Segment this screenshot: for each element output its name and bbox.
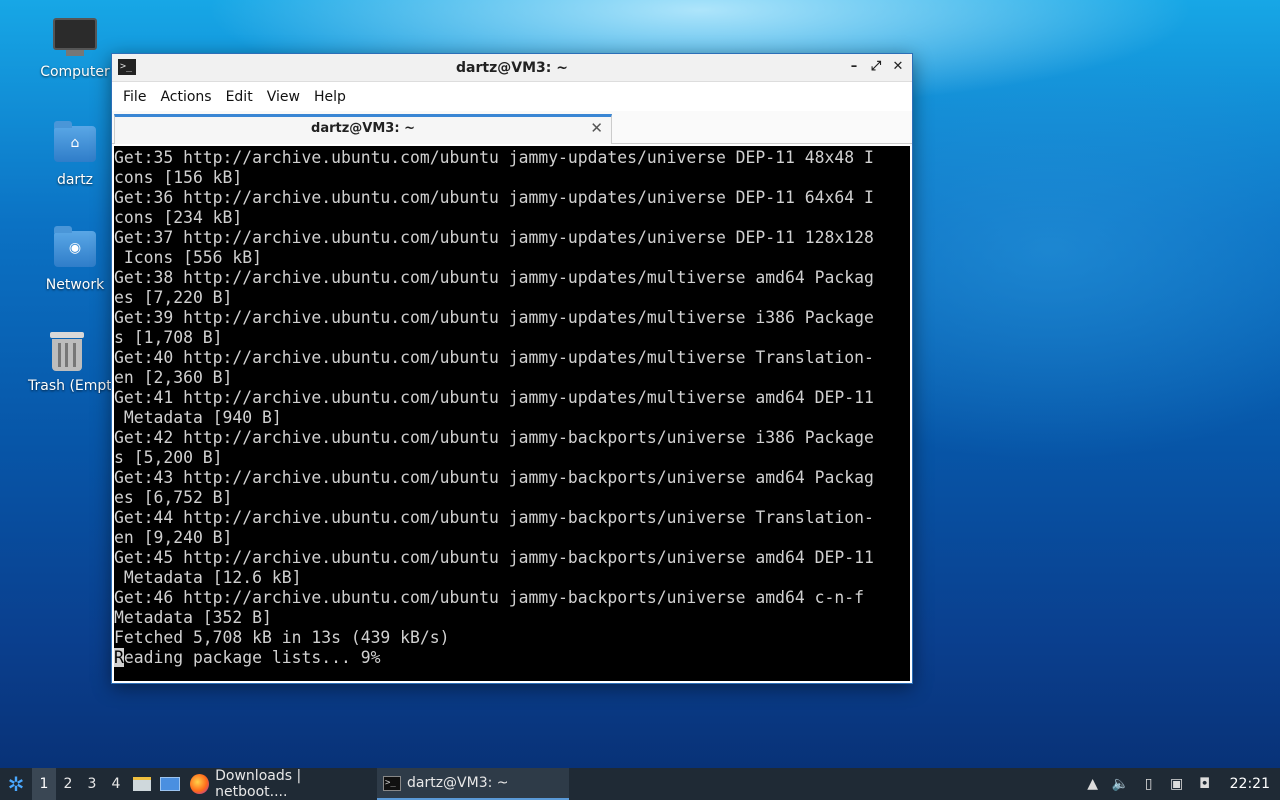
desktop-icon-trash[interactable]: Trash (Empt	[22, 332, 112, 394]
system-tray: ▲ 🔈 ▯ ▣ ◘ 22:21	[1084, 775, 1280, 793]
tab-close-icon[interactable]: ✕	[590, 119, 603, 137]
network-icon[interactable]: ▣	[1168, 775, 1186, 793]
terminal-line: cons [234 kB]	[114, 208, 243, 227]
menu-file[interactable]: File	[116, 89, 153, 105]
terminal-line: Get:42 http://archive.ubuntu.com/ubuntu …	[114, 428, 874, 447]
workspace-3[interactable]: 3	[80, 768, 104, 800]
terminal-line: s [5,200 B]	[114, 448, 223, 467]
tray-up-arrow-icon[interactable]: ▲	[1084, 775, 1102, 793]
terminal-line: Get:38 http://archive.ubuntu.com/ubuntu …	[114, 268, 874, 287]
task-terminal[interactable]: >_ dartz@VM3: ~	[377, 768, 569, 800]
terminal-line: Get:37 http://archive.ubuntu.com/ubuntu …	[114, 228, 874, 247]
terminal-line: Metadata [12.6 kB]	[114, 568, 302, 587]
terminal-line: Get:46 http://archive.ubuntu.com/ubuntu …	[114, 588, 864, 607]
workspace-1[interactable]: 1	[32, 768, 56, 800]
close-button[interactable]: ✕	[890, 59, 906, 75]
terminal-line: Get:36 http://archive.ubuntu.com/ubuntu …	[114, 188, 874, 207]
desktop-icon-label: dartz	[56, 172, 94, 188]
task-label: dartz@VM3: ~	[407, 775, 509, 791]
tab-title: dartz@VM3: ~	[311, 121, 415, 136]
terminal-line: Metadata [940 B]	[114, 408, 282, 427]
desktop-icon-label: Trash (Empt	[28, 378, 112, 394]
menu-help[interactable]: Help	[307, 89, 353, 105]
desktop-icon-network[interactable]: ◉ Network	[27, 226, 123, 293]
minimize-button[interactable]: –	[846, 59, 862, 75]
desktop-icon-home[interactable]: ⌂ dartz	[27, 121, 123, 188]
terminal-line: Get:40 http://archive.ubuntu.com/ubuntu …	[114, 348, 874, 367]
menu-edit[interactable]: Edit	[219, 89, 260, 105]
terminal-line: Icons [556 kB]	[114, 248, 263, 267]
maximize-button[interactable]: ⤢	[868, 59, 884, 75]
show-desktop-icon[interactable]	[156, 768, 184, 800]
terminal-line: Get:41 http://archive.ubuntu.com/ubuntu …	[114, 388, 874, 407]
workspace-4[interactable]: 4	[104, 768, 128, 800]
taskbar: ✲ 1 2 3 4 Downloads | netboot.... >_ dar…	[0, 768, 1280, 800]
terminal-prompt-line: Reading package lists... 9%	[114, 648, 910, 668]
volume-icon[interactable]: 🔈	[1112, 775, 1130, 793]
desktop-icon-computer[interactable]: Computer	[27, 18, 123, 80]
menu-view[interactable]: View	[260, 89, 307, 105]
tab-bar: dartz@VM3: ~ ✕	[112, 111, 912, 144]
terminal-icon: >_	[383, 775, 401, 791]
clipboard-icon[interactable]: ▯	[1140, 775, 1158, 793]
terminal-line: es [7,220 B]	[114, 288, 233, 307]
terminal-line: Get:43 http://archive.ubuntu.com/ubuntu …	[114, 468, 874, 487]
terminal-status-text: eading package lists... 9%	[123, 648, 381, 667]
task-firefox[interactable]: Downloads | netboot....	[184, 768, 377, 800]
computer-icon	[53, 18, 97, 58]
terminal-output[interactable]: Get:35 http://archive.ubuntu.com/ubuntu …	[114, 146, 910, 681]
menubar: File Actions Edit View Help	[112, 82, 912, 111]
trash-icon	[45, 332, 89, 372]
menu-actions[interactable]: Actions	[153, 89, 218, 105]
terminal-line: Get:45 http://archive.ubuntu.com/ubuntu …	[114, 548, 874, 567]
terminal-line: Fetched 5,708 kB in 13s (439 kB/s)	[114, 628, 450, 647]
desktop-icon-label: Network	[45, 277, 105, 293]
terminal-line: s [1,708 B]	[114, 328, 223, 347]
terminal-line: Metadata [352 B]	[114, 608, 272, 627]
terminal-cursor: R	[114, 648, 124, 667]
terminal-line: Get:39 http://archive.ubuntu.com/ubuntu …	[114, 308, 874, 327]
clock[interactable]: 22:21	[1230, 776, 1270, 792]
terminal-line: Get:44 http://archive.ubuntu.com/ubuntu …	[114, 508, 874, 527]
window-title: dartz@VM3: ~	[456, 60, 568, 76]
home-folder-icon: ⌂	[53, 121, 97, 166]
window-titlebar[interactable]: >_ dartz@VM3: ~ – ⤢ ✕	[112, 54, 912, 82]
file-manager-icon[interactable]	[128, 768, 156, 800]
terminal-window: >_ dartz@VM3: ~ – ⤢ ✕ File Actions Edit …	[111, 53, 913, 684]
task-label: Downloads | netboot....	[215, 768, 302, 800]
tab-terminal[interactable]: dartz@VM3: ~ ✕	[114, 114, 612, 144]
terminal-line: en [9,240 B]	[114, 528, 233, 547]
terminal-line: es [6,752 B]	[114, 488, 233, 507]
desktop-icon-label: Computer	[40, 64, 110, 80]
terminal-line: Get:35 http://archive.ubuntu.com/ubuntu …	[114, 148, 874, 167]
network-folder-icon: ◉	[53, 226, 97, 271]
start-menu-icon[interactable]: ✲	[0, 768, 32, 800]
terminal-line: cons [156 kB]	[114, 168, 243, 187]
workspace-2[interactable]: 2	[56, 768, 80, 800]
terminal-line: en [2,360 B]	[114, 368, 233, 387]
firefox-icon	[190, 774, 210, 794]
update-notifier-icon[interactable]: ◘	[1196, 775, 1214, 793]
